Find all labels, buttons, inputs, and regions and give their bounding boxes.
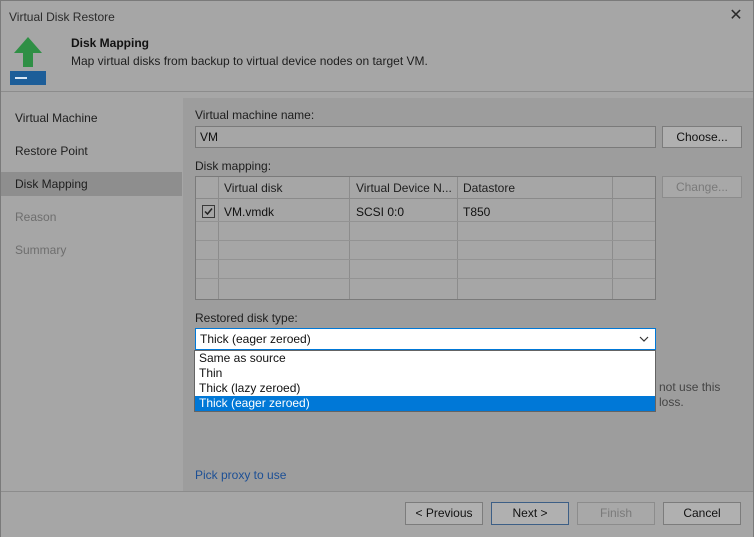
previous-button[interactable]: < Previous <box>405 502 483 525</box>
column-header-device-node[interactable]: Virtual Device N... <box>356 181 452 195</box>
virtual-disk-cell: VM.vmdk <box>224 205 275 219</box>
virtual-disk-restore-window: Virtual Disk Restore ✕ Disk Mapping Map … <box>0 0 754 537</box>
disk-mapping-label: Disk mapping: <box>195 159 272 173</box>
title-bar: Virtual Disk Restore ✕ <box>1 1 753 31</box>
sidebar-item-reason: Reason <box>1 205 182 229</box>
close-icon[interactable]: ✕ <box>725 5 747 27</box>
column-header-datastore[interactable]: Datastore <box>463 181 515 195</box>
disk-type-note-line: loss. <box>659 395 684 409</box>
restore-disk-icon <box>10 37 46 85</box>
restored-disk-type-value: Thick (eager zeroed) <box>200 332 311 346</box>
sidebar-item-label: Disk Mapping <box>15 177 88 191</box>
pick-proxy-link[interactable]: Pick proxy to use <box>195 468 286 482</box>
sidebar-item-restore-point[interactable]: Restore Point <box>1 139 182 163</box>
change-button[interactable]: Change... <box>662 176 742 198</box>
wizard-steps-sidebar: Virtual Machine Restore Point Disk Mappi… <box>1 98 183 491</box>
page-subtitle: Map virtual disks from backup to virtual… <box>71 54 428 68</box>
sidebar-item-label: Restore Point <box>15 144 88 158</box>
sidebar-item-label: Reason <box>15 210 57 224</box>
column-divider <box>218 177 219 299</box>
device-node-cell: SCSI 0:0 <box>356 205 405 219</box>
next-button[interactable]: Next > <box>491 502 569 525</box>
wizard-footer: < Previous Next > Finish Cancel <box>1 492 753 537</box>
dropdown-option-thick-eager-zeroed[interactable]: Thick (eager zeroed) <box>195 396 655 411</box>
column-divider <box>349 177 350 299</box>
sidebar-item-virtual-machine[interactable]: Virtual Machine <box>1 106 182 130</box>
disk-type-dropdown-list[interactable]: Same as source Thin Thick (lazy zeroed) … <box>194 350 656 412</box>
disk-mapping-table[interactable]: Virtual disk Virtual Device N... Datasto… <box>195 176 656 300</box>
dropdown-option-same-as-source[interactable]: Same as source <box>195 351 655 366</box>
row-divider <box>196 278 655 279</box>
cancel-button[interactable]: Cancel <box>663 502 741 525</box>
column-header-virtual-disk[interactable]: Virtual disk <box>224 181 282 195</box>
restored-disk-type-label: Restored disk type: <box>195 311 298 325</box>
disk-type-note: not use this loss. <box>659 380 720 410</box>
restored-disk-type-select[interactable]: Thick (eager zeroed) <box>195 328 656 350</box>
sidebar-item-summary: Summary <box>1 238 182 262</box>
disk-type-note-line: not use this <box>659 380 721 394</box>
disk-mapping-panel: Virtual machine name: VM Choose... Disk … <box>183 98 753 491</box>
column-divider <box>612 177 613 299</box>
page-title: Disk Mapping <box>71 36 150 50</box>
row-divider <box>196 221 655 222</box>
row-divider <box>196 240 655 241</box>
column-divider <box>457 177 458 299</box>
disk-row-checkbox[interactable] <box>202 205 215 218</box>
row-divider <box>196 259 655 260</box>
vm-name-label: Virtual machine name: <box>195 108 315 122</box>
finish-button[interactable]: Finish <box>577 502 655 525</box>
header-divider <box>1 91 753 92</box>
wizard-header: Disk Mapping Map virtual disks from back… <box>1 31 753 91</box>
checkmark-icon <box>204 208 213 216</box>
dropdown-option-thin[interactable]: Thin <box>195 366 655 381</box>
table-header: Virtual disk Virtual Device N... Datasto… <box>196 177 655 199</box>
sidebar-item-label: Virtual Machine <box>15 111 98 125</box>
sidebar-item-label: Summary <box>15 243 67 257</box>
dropdown-option-thick-lazy-zeroed[interactable]: Thick (lazy zeroed) <box>195 381 655 396</box>
choose-button[interactable]: Choose... <box>662 126 742 148</box>
sidebar-item-disk-mapping[interactable]: Disk Mapping <box>1 172 182 196</box>
datastore-cell: T850 <box>463 205 491 219</box>
window-title: Virtual Disk Restore <box>9 10 115 24</box>
vm-name-field[interactable]: VM <box>195 126 656 148</box>
chevron-down-icon[interactable] <box>639 334 649 344</box>
